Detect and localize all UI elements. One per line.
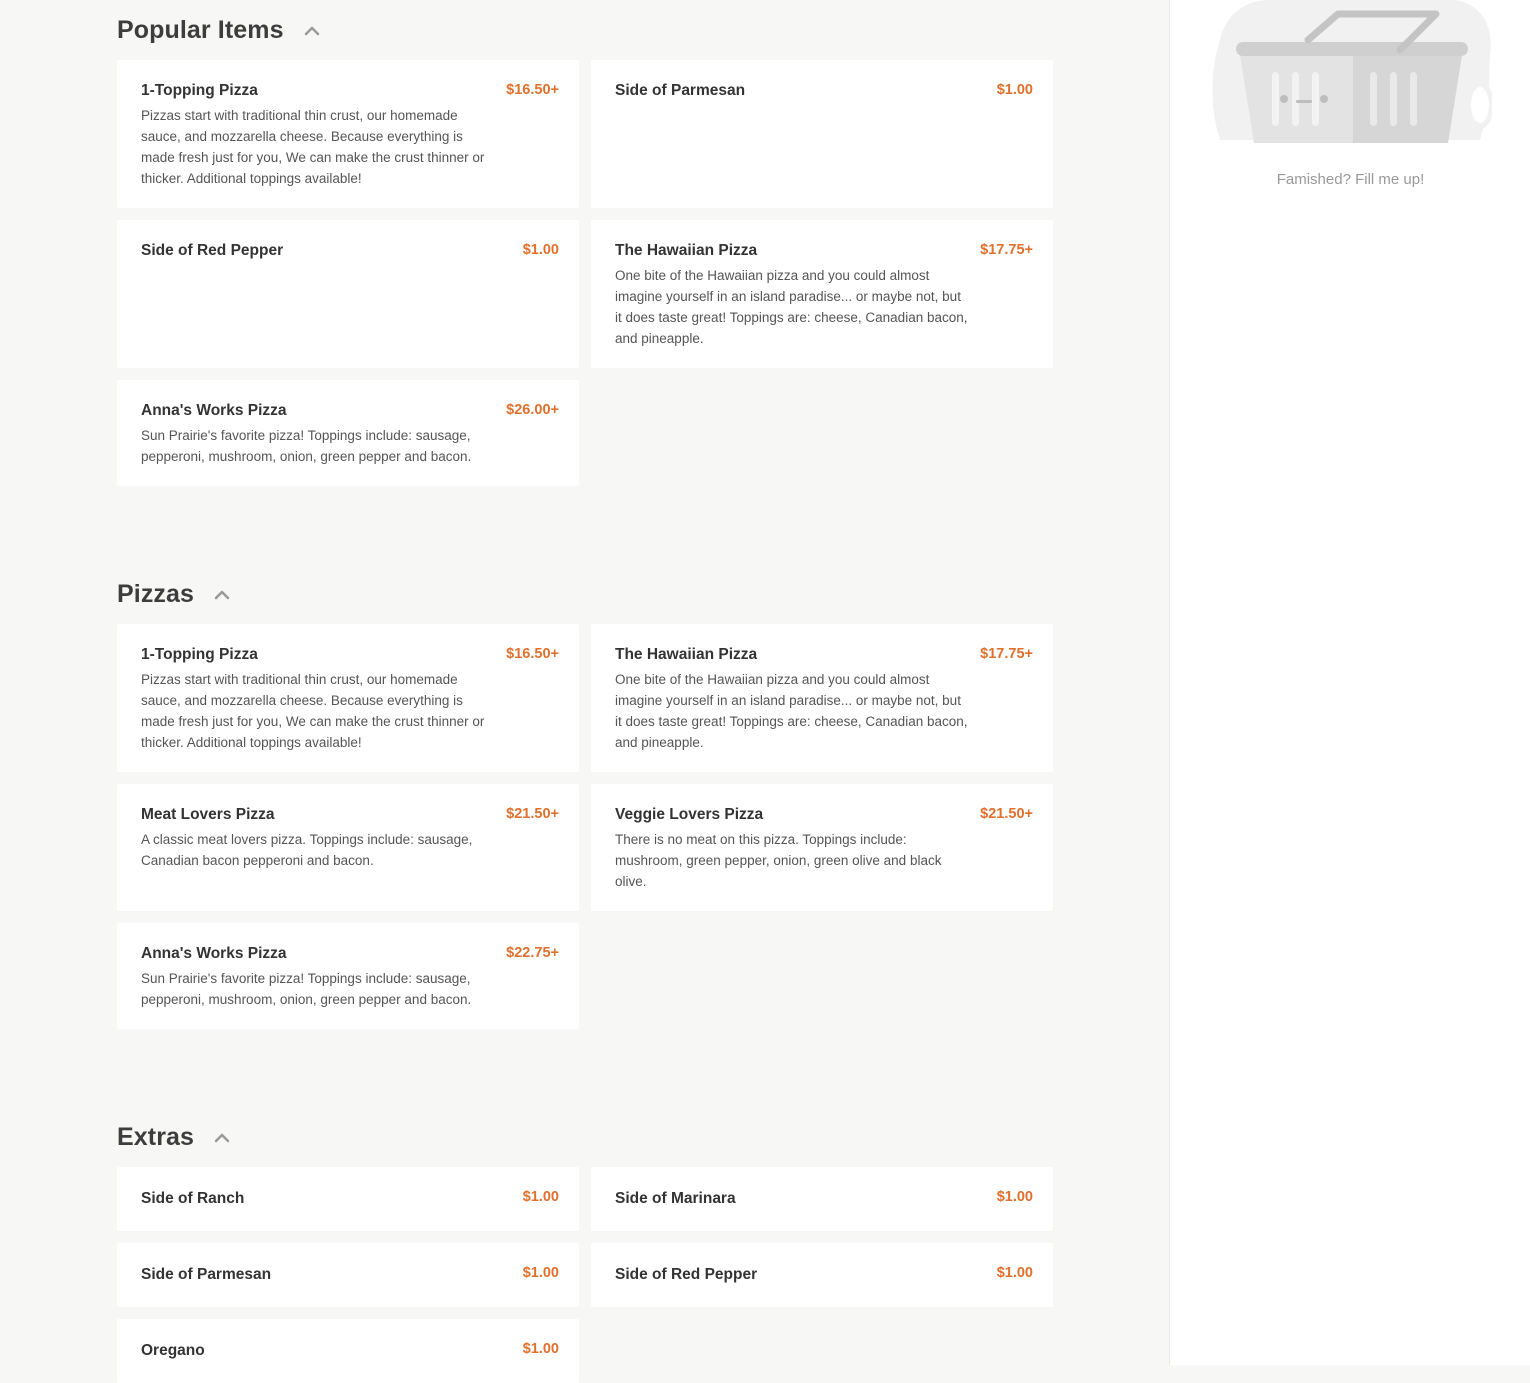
chevron-up-icon[interactable] [214,1130,230,1146]
menu-item-card[interactable]: Side of Parmesan $1.00 [591,60,1053,208]
menu-item-card[interactable]: Side of Parmesan $1.00 [117,1243,579,1307]
item-name: The Hawaiian Pizza [615,646,758,663]
section-title: Pizzas [117,580,195,608]
item-price: $1.00 [522,1265,559,1281]
menu-item-card[interactable]: Anna's Works Pizza $26.00+ Sun Prairie's… [117,380,579,486]
chevron-up-icon[interactable] [304,23,320,39]
item-price: $1.00 [522,1341,559,1357]
chevron-up-icon[interactable] [214,587,230,603]
item-price: $16.50+ [506,646,559,662]
item-name: Meat Lovers Pizza [141,806,275,823]
item-price: $1.00 [996,1265,1033,1281]
item-name: Side of Parmesan [615,82,746,99]
item-name: The Hawaiian Pizza [615,242,758,259]
item-price: $1.00 [996,82,1033,98]
item-price: $17.75+ [980,242,1033,258]
item-name: Veggie Lovers Pizza [615,806,764,823]
menu-item-card[interactable]: Side of Ranch $1.00 [117,1167,579,1231]
item-name: 1-Topping Pizza [141,646,258,663]
menu-item-card[interactable]: Veggie Lovers Pizza $21.50+ There is no … [591,784,1053,911]
menu-item-card[interactable]: 1-Topping Pizza $16.50+ Pizzas start wit… [117,624,579,772]
item-price: $17.75+ [980,646,1033,662]
item-description: Pizzas start with traditional thin crust… [141,672,485,750]
item-price: $22.75+ [506,945,559,961]
item-name: Anna's Works Pizza [141,945,287,962]
item-description: Sun Prairie's favorite pizza! Toppings i… [141,428,472,464]
item-price: $26.00+ [506,402,559,418]
item-name: Side of Ranch [141,1190,245,1207]
item-name: Side of Marinara [615,1190,736,1207]
basket-icon [1210,0,1494,145]
cart-empty-message: Famished? Fill me up! [1276,171,1425,188]
item-name: Anna's Works Pizza [141,402,287,419]
item-price: $1.00 [522,242,559,258]
section-title: Extras [117,1123,195,1151]
item-description: A classic meat lovers pizza. Toppings in… [141,832,473,868]
menu-item-card[interactable]: Side of Marinara $1.00 [591,1167,1053,1231]
item-description: Pizzas start with traditional thin crust… [141,108,485,186]
menu-item-card[interactable]: Oregano $1.00 [117,1319,579,1383]
item-name: 1-Topping Pizza [141,82,258,99]
item-description: One bite of the Hawaiian pizza and you c… [615,672,968,750]
section-header-pizzas: Pizzas [117,580,230,609]
item-price: $1.00 [522,1189,559,1205]
item-price: $21.50+ [506,806,559,822]
section-header-extras: Extras [117,1123,230,1152]
menu-item-card[interactable]: The Hawaiian Pizza $17.75+ One bite of t… [591,624,1053,772]
section-header-popular-items: Popular Items [117,16,320,45]
item-name: Side of Parmesan [141,1266,272,1283]
item-price: $21.50+ [980,806,1033,822]
menu-item-card[interactable]: Anna's Works Pizza $22.75+ Sun Prairie's… [117,923,579,1029]
item-name: Oregano [141,1342,205,1359]
item-description: One bite of the Hawaiian pizza and you c… [615,268,968,346]
menu-item-card[interactable]: Meat Lovers Pizza $21.50+ A classic meat… [117,784,579,911]
menu-item-card[interactable]: Side of Red Pepper $1.00 [117,220,579,368]
cart-sidebar: Famished? Fill me up! [1169,0,1530,1365]
item-name: Side of Red Pepper [615,1266,758,1283]
section-title: Popular Items [117,16,284,44]
item-name: Side of Red Pepper [141,242,284,259]
menu-item-card[interactable]: Side of Red Pepper $1.00 [591,1243,1053,1307]
menu-item-card[interactable]: The Hawaiian Pizza $17.75+ One bite of t… [591,220,1053,368]
item-description: Sun Prairie's favorite pizza! Toppings i… [141,971,472,1007]
item-price: $16.50+ [506,82,559,98]
item-description: There is no meat on this pizza. Toppings… [615,832,942,889]
item-price: $1.00 [996,1189,1033,1205]
menu-item-card[interactable]: 1-Topping Pizza $16.50+ Pizzas start wit… [117,60,579,208]
